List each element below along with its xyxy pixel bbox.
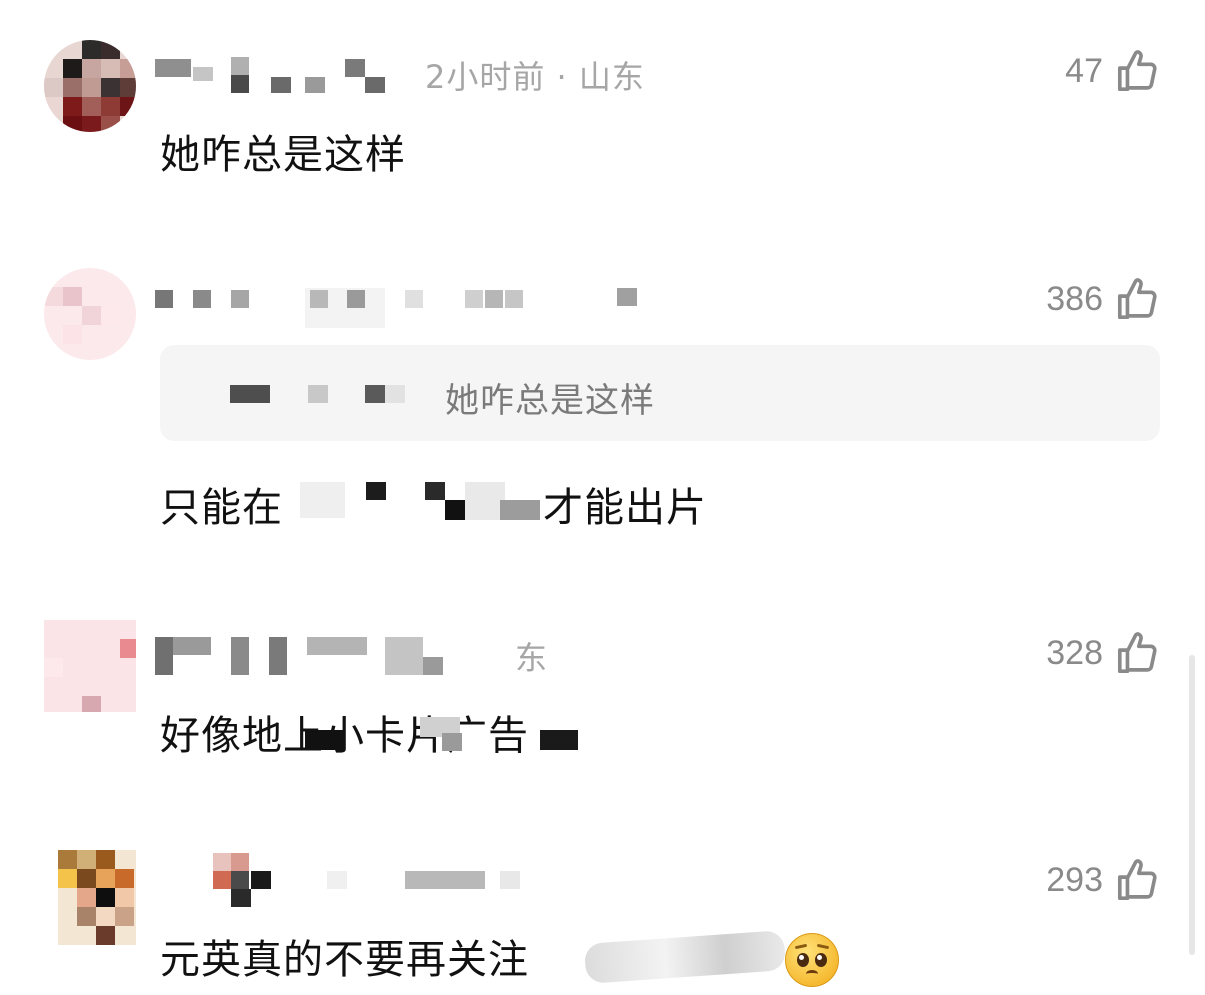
quoted-reply[interactable]: 她咋总是这样 [160, 345, 1160, 441]
comment-text: 她咋总是这样 [160, 132, 406, 178]
like-count: 47 [1065, 51, 1103, 90]
username-redacted[interactable] [155, 288, 645, 328]
username-redacted[interactable] [155, 55, 415, 95]
avatar[interactable] [58, 850, 136, 945]
like-count: 293 [1046, 860, 1103, 899]
comment-text: 只能在 [160, 475, 283, 533]
avatar[interactable] [44, 620, 136, 712]
avatar[interactable] [44, 268, 136, 360]
comment-item: 386 她咋总是这样 只能在 才能出片 [0, 230, 1205, 585]
like-button[interactable]: 386 [1046, 274, 1161, 324]
comment-text-end: 才能出片 [543, 485, 707, 531]
username-redacted[interactable] [155, 853, 535, 907]
username-redacted[interactable] [155, 635, 455, 675]
pleading-face-emoji [785, 933, 839, 987]
comment-meta: 2小时前 · 山东 [425, 58, 645, 96]
like-button[interactable]: 293 [1046, 855, 1161, 905]
like-button[interactable]: 47 [1065, 46, 1161, 96]
thumbs-up-icon [1117, 859, 1157, 901]
quoted-text: 她咋总是这样 [445, 381, 655, 421]
comment-text: 元英真的不要再关注 [160, 937, 529, 983]
like-count: 328 [1046, 633, 1103, 672]
comment-item: 2小时前 · 山东 她咋总是这样 47 [0, 0, 1205, 230]
thumbs-up-icon [1117, 632, 1157, 674]
like-count: 386 [1046, 279, 1103, 318]
thumbs-up-icon [1117, 278, 1157, 320]
scrollbar[interactable] [1189, 655, 1195, 955]
like-button[interactable]: 328 [1046, 628, 1161, 678]
avatar[interactable] [44, 40, 136, 132]
comment-item: 东 328 好像地上小卡片广告 [0, 585, 1205, 815]
thumbs-up-icon [1117, 50, 1157, 92]
comment-item: 293 元英真的不要再关注 [0, 815, 1205, 995]
comment-meta: 东 [515, 639, 549, 677]
comment-text-start: 只能在 [160, 485, 283, 531]
